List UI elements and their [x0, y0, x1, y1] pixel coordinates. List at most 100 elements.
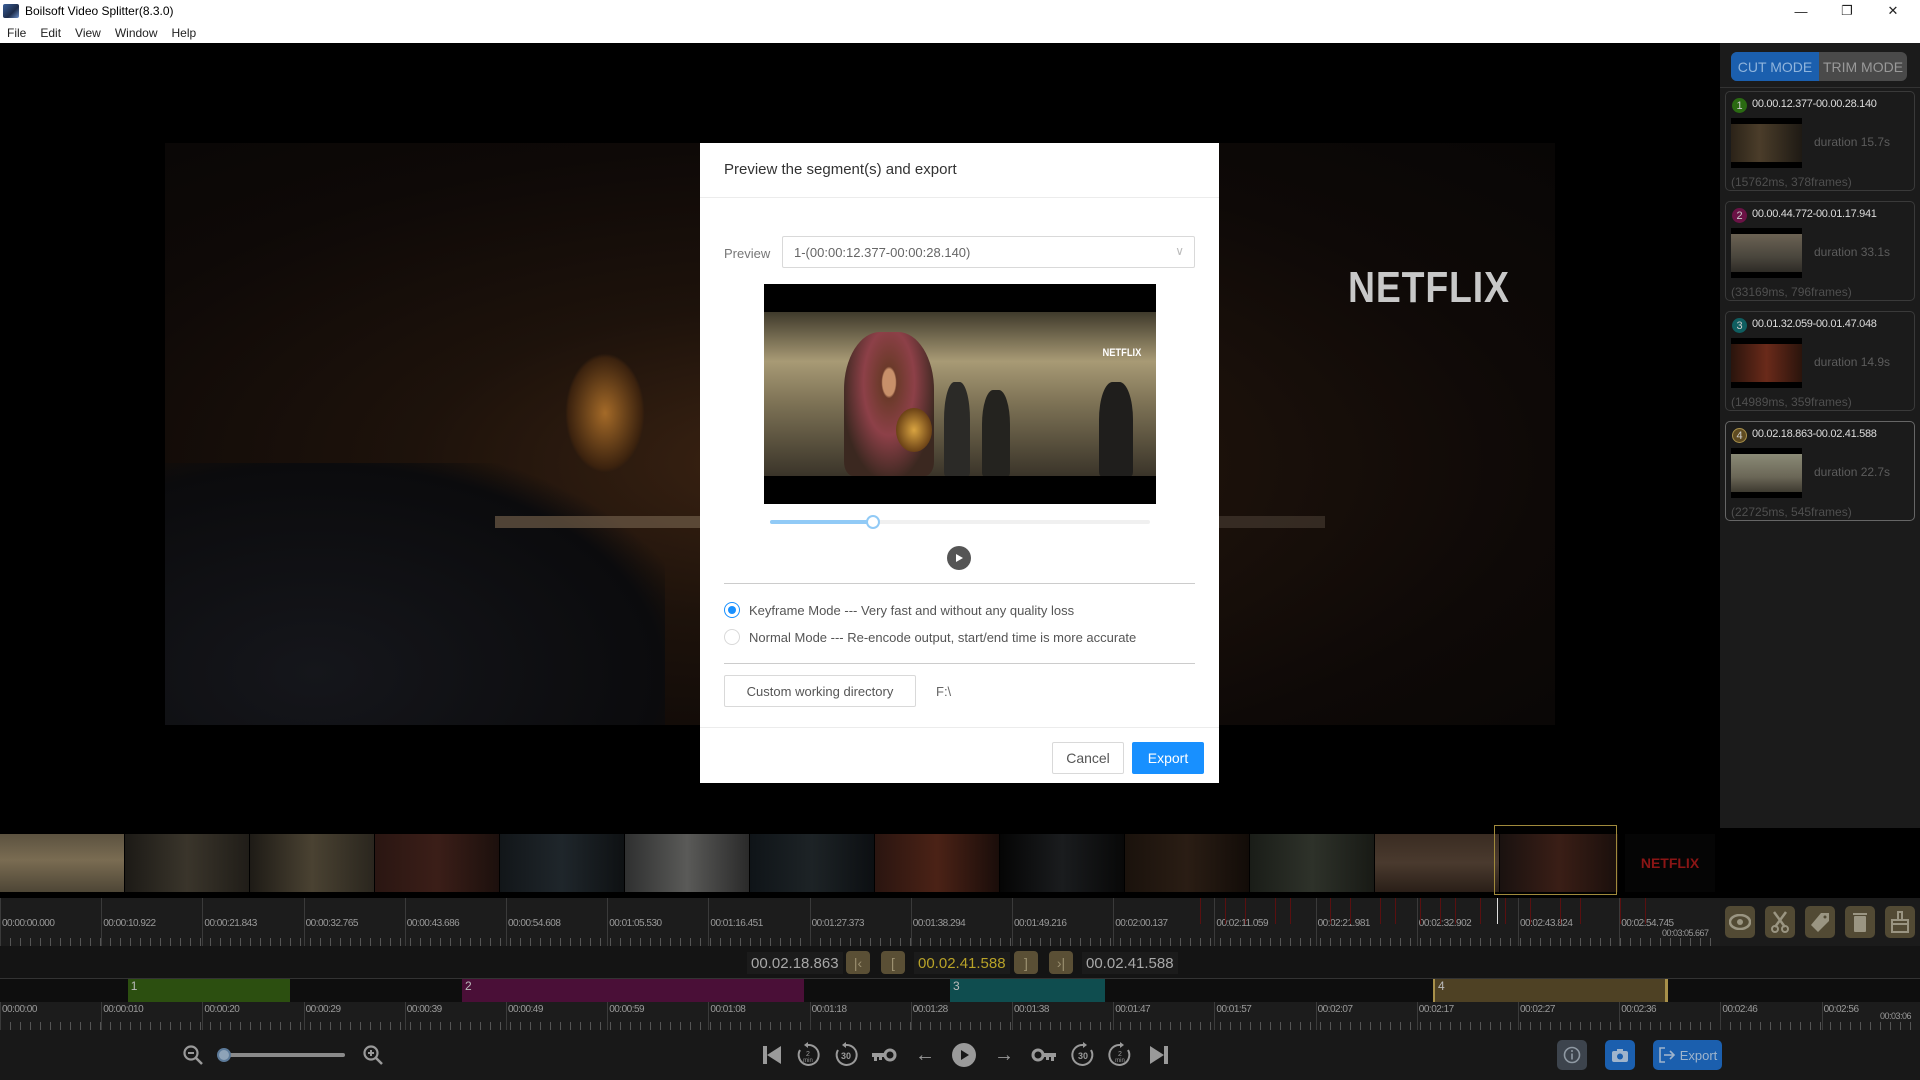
set-start-button[interactable]: [ — [881, 951, 905, 974]
ruler-label: 00:00:43.686 — [406, 918, 460, 929]
play-icon[interactable] — [950, 1042, 978, 1068]
ruler-major-tick — [101, 1002, 103, 1030]
ruler-label: 00:01:27.373 — [811, 918, 865, 929]
export-button[interactable]: Export — [1132, 742, 1204, 774]
preview-select-value: 1-(00:00:12.377-00:00:28.140) — [794, 244, 971, 260]
film-thumbnail — [500, 834, 624, 892]
ruler-label: 00:02:43.824 — [1520, 918, 1573, 929]
ruler-label: 00:01:08 — [710, 1004, 746, 1015]
segment-card[interactable]: 2 00.00.44.772-00.01.17.941 duration 33.… — [1725, 201, 1915, 301]
ruler-label: 00:00:20 — [204, 1004, 240, 1015]
skip-to-end-icon[interactable] — [1147, 1042, 1171, 1068]
timeline-ruler[interactable]: 00:00:00.000 00:00:10.922 00:00:21.843 00:0… — [0, 898, 1720, 946]
segment-card[interactable]: 1 00.00.12.377-00.00.28.140 duration 15.… — [1725, 91, 1915, 191]
ruler-label: 00:02:07 — [1317, 1004, 1353, 1015]
segment-track[interactable]: 1 2 3 4 — [0, 978, 1920, 1003]
custom-directory-button[interactable]: Custom working directory — [724, 675, 916, 707]
zoom-slider-handle[interactable] — [217, 1048, 231, 1062]
ruler-label: 00:01:57 — [1216, 1004, 1252, 1015]
segment-block[interactable]: 4 — [1433, 979, 1668, 1003]
segment-card-selected[interactable]: 4 00.02.18.863-00.02.41.588 duration 22.… — [1725, 421, 1915, 521]
ruler-major-tick — [910, 898, 912, 946]
keyframe-marker — [1440, 898, 1441, 924]
playhead[interactable] — [1497, 898, 1498, 924]
next-frame-icon[interactable]: → — [991, 1042, 1017, 1068]
info-button[interactable] — [1557, 1040, 1587, 1070]
segment-block[interactable]: 1 — [127, 979, 291, 1003]
snapshot-button[interactable] — [1605, 1040, 1635, 1070]
zoom-slider-track[interactable] — [223, 1053, 345, 1057]
skip-to-start-icon[interactable] — [760, 1042, 784, 1068]
export-dialog: Preview the segment(s) and export Previe… — [700, 143, 1219, 783]
segment-range: 00.01.32.059-00.01.47.048 — [1752, 318, 1877, 330]
ruler-major-tick — [708, 1002, 710, 1030]
preview-play-button[interactable] — [947, 546, 971, 570]
segment-block[interactable]: 2 — [462, 979, 805, 1003]
zoom-out-icon[interactable] — [180, 1042, 206, 1068]
ruler-label: 00:02:32.902 — [1418, 918, 1472, 929]
keyframe-marker — [1580, 898, 1581, 924]
prev-keyframe-icon[interactable] — [870, 1042, 898, 1068]
minimize-button[interactable]: — — [1778, 0, 1824, 22]
restore-button[interactable]: ❐ — [1824, 0, 1870, 22]
segment-block[interactable]: 3 — [950, 979, 1105, 1003]
normal-mode-radio[interactable] — [724, 629, 740, 645]
rewind-2min-icon[interactable]: 2 min — [795, 1042, 821, 1068]
trim-mode-tab[interactable]: TRIM MODE — [1819, 52, 1907, 81]
tag-icon[interactable] — [1805, 906, 1835, 938]
filmstrip[interactable]: NETFLIX — [0, 828, 1720, 898]
segment-card[interactable]: 3 00.01.32.059-00.01.47.048 duration 14.… — [1725, 311, 1915, 411]
segment-ruler[interactable]: 00:00:00 00:00:010 00:00:20 00:00:29 00:00:3… — [0, 1002, 1920, 1030]
preview-segment-select[interactable]: 1-(00:00:12.377-00:00:28.140) ∨ — [782, 236, 1195, 268]
keyframe-marker — [1200, 898, 1201, 924]
ruler-label: 00:00:21.843 — [204, 918, 257, 929]
ruler-minor-ticks — [0, 1022, 1920, 1030]
film-thumbnail-netflix: NETFLIX — [1625, 834, 1715, 892]
menu-help[interactable]: Help — [165, 26, 204, 40]
go-to-start-button[interactable]: |‹ — [846, 951, 870, 974]
segment-range: 00.02.18.863-00.02.41.588 — [1752, 428, 1877, 440]
segment-thumbnail — [1731, 338, 1802, 388]
set-end-button[interactable]: ] — [1014, 951, 1038, 974]
next-keyframe-icon[interactable] — [1030, 1042, 1058, 1068]
menu-view[interactable]: View — [68, 26, 108, 40]
export-main-button[interactable]: Export — [1653, 1040, 1722, 1070]
keyframe-marker — [1225, 898, 1226, 924]
keyframe-mode-option[interactable]: Keyframe Mode --- Very fast and without … — [724, 602, 1074, 618]
menu-file[interactable]: File — [0, 26, 33, 40]
trash-icon[interactable] — [1845, 906, 1875, 938]
ruler-major-tick — [1518, 1002, 1519, 1030]
keyframe-mode-radio[interactable] — [724, 602, 740, 618]
brush-icon[interactable] — [1885, 906, 1915, 938]
ruler-label: 00:00:54.608 — [508, 918, 561, 929]
normal-mode-label: Normal Mode --- Re-encode output, start/… — [749, 629, 1137, 645]
forward-2min-icon[interactable]: 2 min — [1107, 1042, 1133, 1068]
svg-text:min: min — [803, 1058, 813, 1064]
scissors-icon[interactable] — [1765, 906, 1795, 938]
eye-icon[interactable] — [1725, 906, 1755, 938]
menu-edit[interactable]: Edit — [33, 26, 68, 40]
ruler-major-tick — [1416, 1002, 1418, 1030]
segment-end-time: 00.02.41.588 — [1082, 952, 1178, 974]
segment-badge: 1 — [1732, 98, 1747, 113]
keyframe-marker — [1530, 898, 1531, 924]
preview-seek-slider[interactable] — [770, 515, 1150, 529]
ruler-major-tick — [1315, 1002, 1317, 1030]
preview-seek-handle[interactable] — [865, 515, 880, 529]
go-to-end-button[interactable]: ›| — [1049, 951, 1073, 974]
cancel-button[interactable]: Cancel — [1052, 742, 1124, 774]
current-time: 00.02.41.588 — [914, 952, 1010, 974]
preview-video[interactable]: NETFLIX — [764, 284, 1156, 504]
zoom-in-icon[interactable] — [360, 1042, 386, 1068]
normal-mode-option[interactable]: Normal Mode --- Re-encode output, start/… — [724, 629, 1136, 645]
ruler-major-tick — [0, 898, 1, 946]
ruler-major-tick — [404, 1002, 406, 1030]
menu-window[interactable]: Window — [108, 26, 165, 40]
forward-30s-icon[interactable]: 30 — [1070, 1042, 1096, 1068]
rewind-30s-icon[interactable]: 30 — [833, 1042, 859, 1068]
prev-frame-icon[interactable]: ← — [912, 1042, 938, 1068]
close-button[interactable]: ✕ — [1870, 0, 1916, 22]
ruler-major-tick — [809, 1002, 811, 1030]
svg-text:30: 30 — [1078, 1051, 1088, 1061]
cut-mode-tab[interactable]: CUT MODE — [1731, 52, 1819, 81]
